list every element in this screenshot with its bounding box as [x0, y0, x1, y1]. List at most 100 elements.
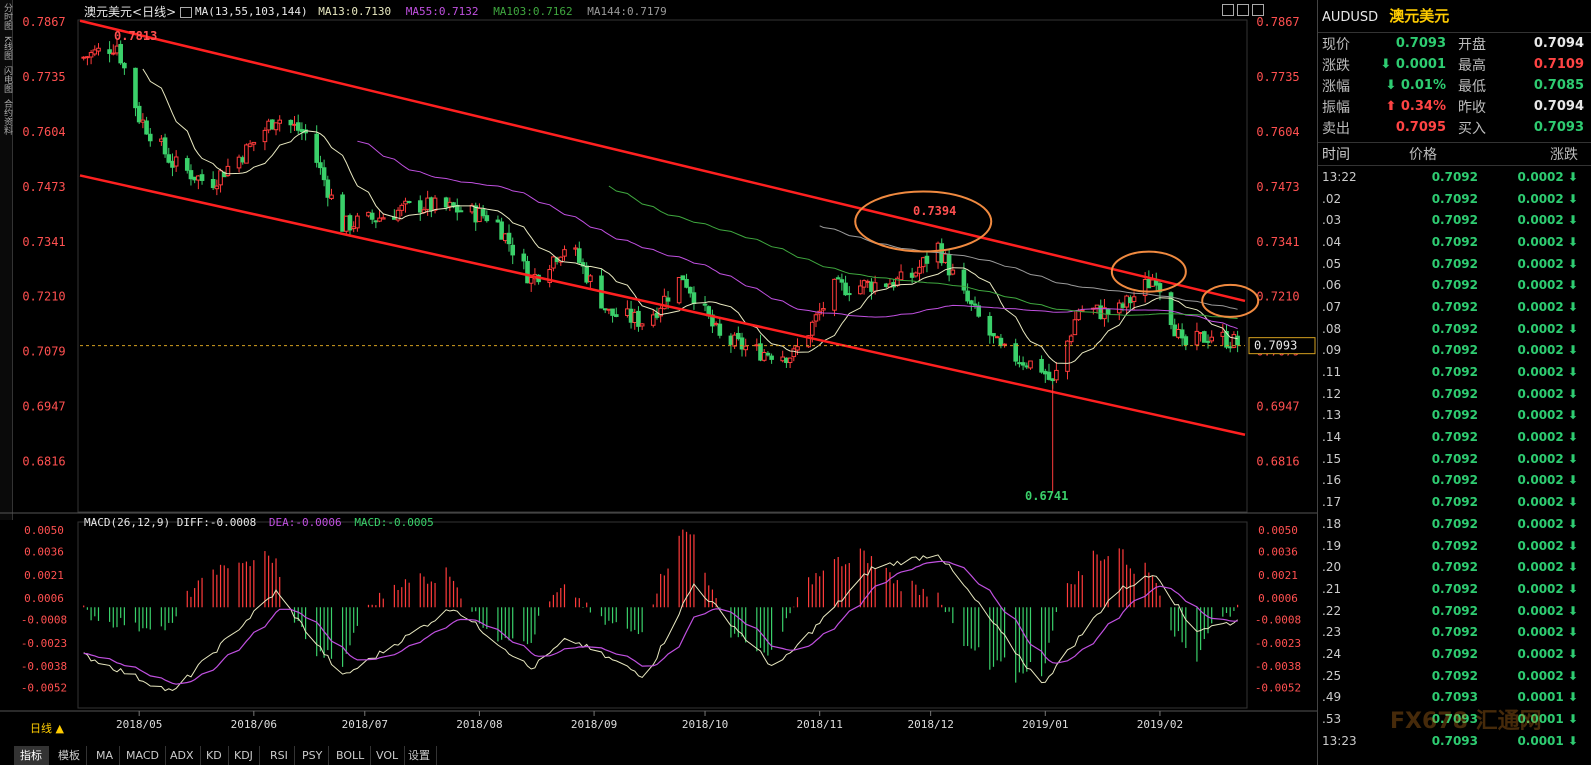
tick-price: 0.7092: [1431, 451, 1478, 466]
macd-tick-right: -0.0023: [1255, 637, 1301, 650]
ma55-line: [357, 140, 1238, 330]
candle-body: [813, 314, 819, 322]
candle-body: [883, 283, 889, 287]
tick-row: .23 0.7092 0.0002 ⬇: [1318, 621, 1591, 643]
candle-body: [432, 197, 438, 211]
quote-label: 涨跌: [1322, 57, 1350, 74]
tick-change: 0.0002 ⬇: [1517, 625, 1578, 640]
quote-name: 澳元美元: [1389, 7, 1450, 25]
bottom-tab[interactable]: 设置: [402, 746, 437, 765]
quote-value: ⬆ 0.34%: [1385, 99, 1446, 114]
tick-row: .17 0.7092 0.0002 ⬇: [1318, 491, 1591, 513]
tick-time: .22: [1322, 603, 1342, 618]
price-tick-left: 0.7604: [22, 125, 65, 139]
candle-body: [858, 285, 863, 295]
candle-body: [473, 205, 479, 223]
bottom-tab[interactable]: KDJ: [228, 746, 260, 765]
date-tick-label: 2018/10: [682, 718, 728, 731]
candle-body: [994, 336, 1000, 339]
quote-value: 0.7094: [1533, 99, 1584, 114]
close-icon[interactable]: [1252, 4, 1264, 16]
tick-price: 0.7092: [1431, 234, 1478, 249]
ma144-line: [819, 225, 1238, 310]
bottom-tab[interactable]: MA: [90, 746, 121, 765]
tick-time: .17: [1322, 495, 1342, 510]
candle-body: [1102, 307, 1107, 320]
date-tick-label: 2018/09: [571, 718, 617, 731]
candle-body: [166, 154, 172, 163]
candle-body: [1105, 308, 1111, 315]
candle-body: [1046, 371, 1052, 380]
period-dropdown[interactable]: 日线 ▲: [24, 719, 70, 738]
candle-body: [795, 346, 800, 351]
quote-label: 买入: [1458, 120, 1486, 137]
bottom-tab[interactable]: KD: [200, 746, 229, 765]
macd-tick-left: 0.0036: [24, 546, 64, 559]
tick-row: .22 0.7092 0.0002 ⬇: [1318, 600, 1591, 622]
candle-body: [943, 253, 948, 263]
candle-body: [872, 282, 878, 292]
tick-price: 0.7092: [1431, 538, 1478, 553]
tick-change: 0.0002 ⬇: [1517, 560, 1578, 575]
candle-body: [406, 201, 412, 204]
ma13-line: [142, 68, 1238, 364]
ma55-value: MA55:0.7132: [405, 5, 479, 18]
quote-value: 0.7085: [1533, 78, 1584, 93]
candle-body: [318, 162, 323, 169]
candle-body: [680, 275, 686, 281]
tick-row: .14 0.7092 0.0002 ⬇: [1318, 426, 1591, 448]
candle-body: [133, 67, 138, 109]
bottom-tab[interactable]: RSI: [264, 746, 295, 765]
tick-row: .04 0.7092 0.0002 ⬇: [1318, 231, 1591, 253]
candle-body: [613, 314, 619, 317]
candle-body: [1054, 369, 1059, 381]
candle-body: [1013, 343, 1018, 362]
candle-body: [1072, 319, 1078, 336]
macd-tick-right: 0.0036: [1258, 546, 1298, 559]
candle-body: [846, 293, 852, 296]
candle-body: [832, 278, 837, 311]
candle-body: [869, 281, 874, 292]
tick-price: 0.7092: [1431, 386, 1478, 401]
candle-body: [369, 212, 375, 220]
maximize-icon[interactable]: [1237, 4, 1249, 16]
macd-tick-right: 0.0021: [1258, 569, 1298, 582]
indicator-icon[interactable]: [180, 6, 192, 18]
tick-change: 0.0002 ⬇: [1517, 278, 1578, 293]
candle-body: [1146, 278, 1152, 289]
candle-body: [791, 348, 797, 358]
ma103-value: MA103:0.7162: [493, 5, 573, 18]
tick-header-change: 涨跌: [1550, 147, 1578, 163]
bottom-tab[interactable]: VOL: [370, 746, 406, 765]
bottom-tab[interactable]: ADX: [164, 746, 201, 765]
candle-body: [969, 300, 974, 305]
tick-row: .21 0.7092 0.0002 ⬇: [1318, 578, 1591, 600]
price-tick-left: 0.7341: [22, 235, 65, 249]
tick-time: 13:22: [1322, 169, 1357, 184]
quote-code: AUDUSD: [1322, 10, 1379, 25]
macd-tick-right: -0.0008: [1255, 614, 1301, 627]
bottom-tab[interactable]: 指标: [14, 746, 49, 765]
candle-body: [373, 220, 379, 223]
quote-label: 涨幅: [1322, 78, 1350, 95]
window-controls: [1222, 4, 1264, 16]
quote-row: 涨跌 ⬇ 0.0001 最高 0.7109: [1318, 54, 1591, 75]
candle-body: [1050, 378, 1055, 382]
quote-label: 昨收: [1458, 99, 1486, 116]
bottom-tab[interactable]: BOLL: [330, 746, 372, 765]
candle-body: [839, 279, 845, 283]
bottom-tab[interactable]: 模板: [52, 746, 87, 765]
date-tick-label: 2018/06: [231, 718, 277, 731]
bottom-tab[interactable]: MACD: [120, 746, 166, 765]
restore-icon[interactable]: [1222, 4, 1234, 16]
candle-body: [162, 137, 168, 155]
candle-body: [1172, 324, 1178, 337]
tick-price: 0.7092: [1431, 603, 1478, 618]
candle-body: [1028, 360, 1033, 369]
candle-body: [913, 272, 919, 277]
price-tick-left: 0.7210: [22, 290, 65, 304]
tick-change: 0.0002 ⬇: [1517, 538, 1578, 553]
bottom-tab[interactable]: PSY: [296, 746, 330, 765]
candle-body: [835, 277, 841, 280]
tick-price: 0.7092: [1431, 668, 1478, 683]
